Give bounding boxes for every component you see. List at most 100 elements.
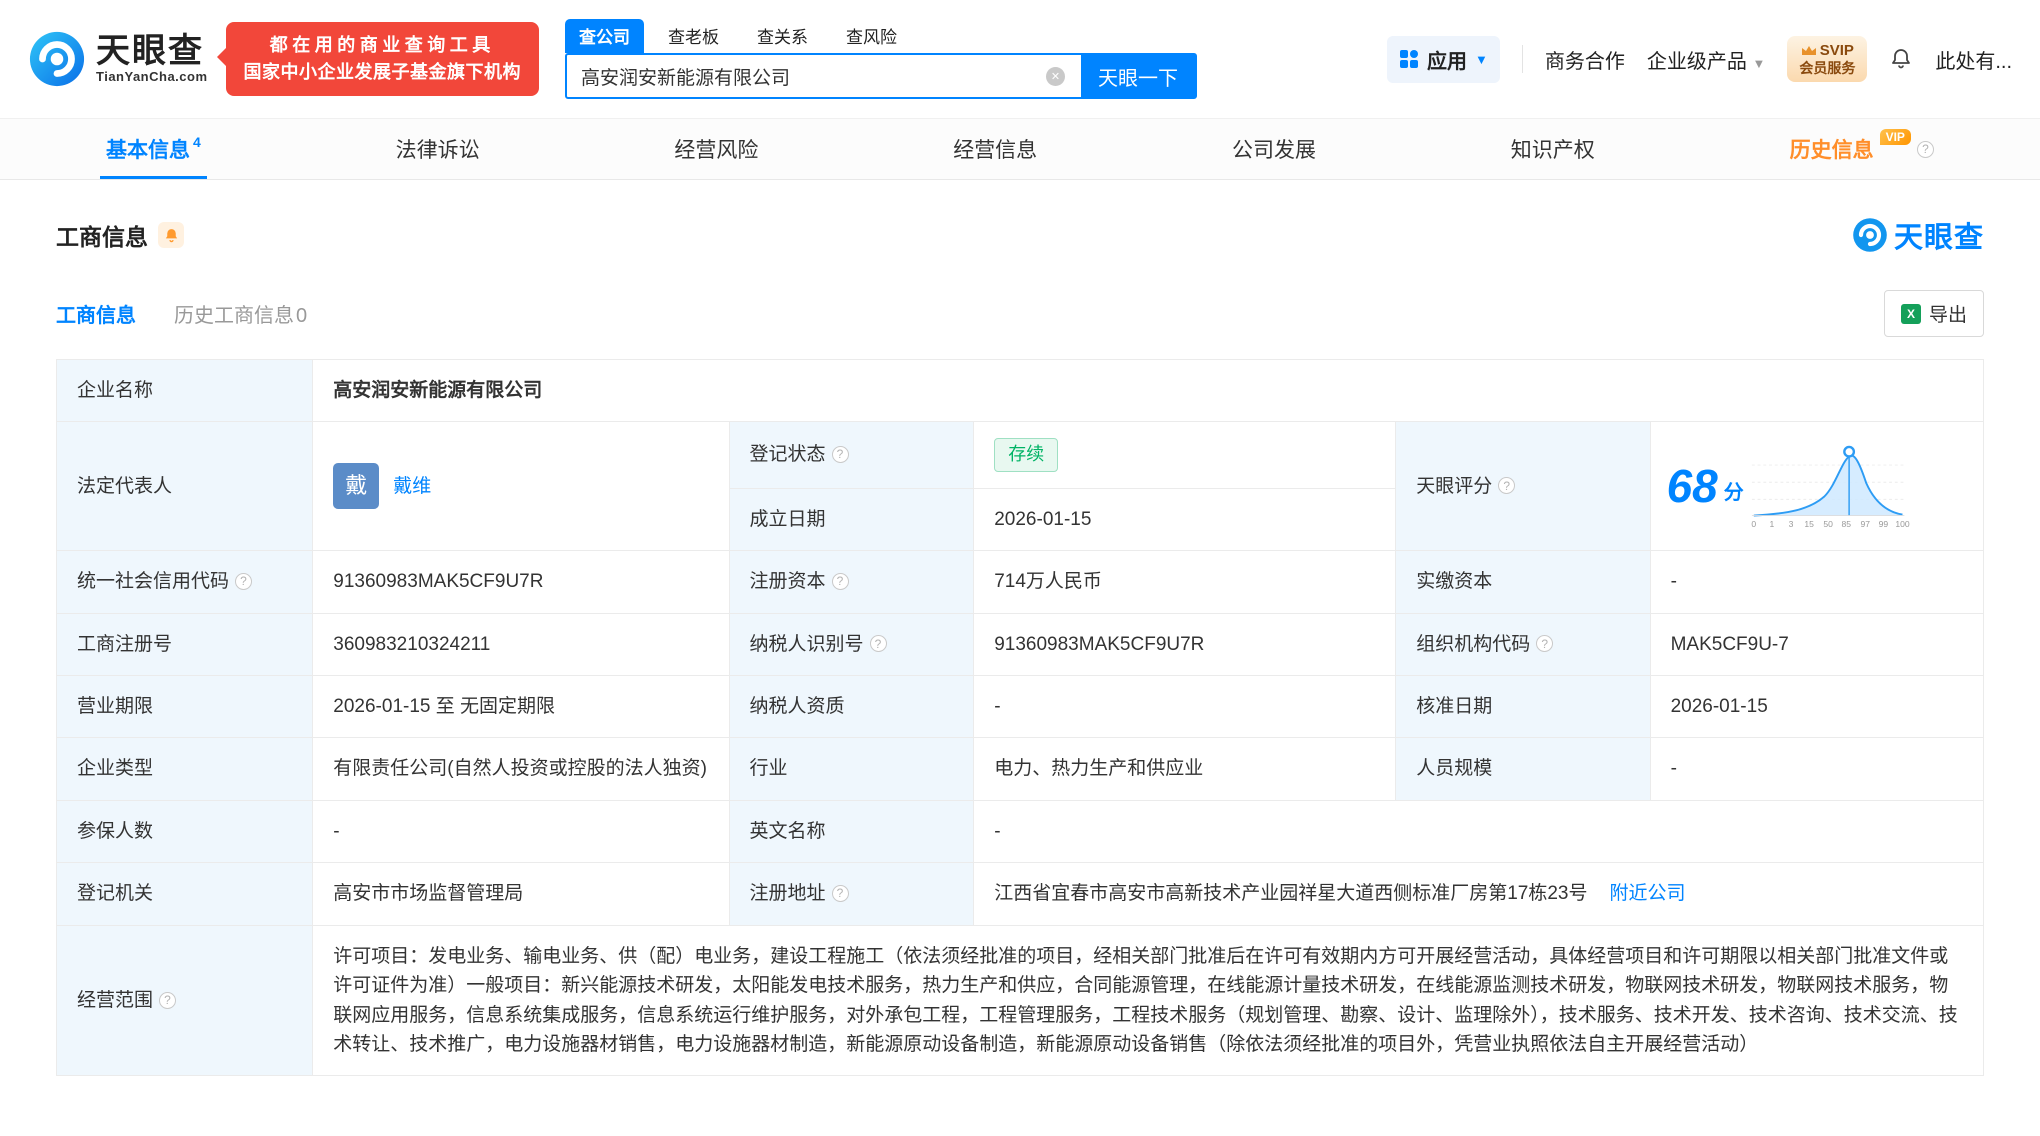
field-label-org-code: 组织机构代码 [1395, 612, 1651, 676]
question-icon[interactable] [1916, 140, 1934, 158]
excel-icon [1900, 303, 1921, 324]
tab-operation-info[interactable]: 经营信息 [947, 119, 1043, 179]
menu-divider [1521, 45, 1523, 73]
field-label-reg-capital: 注册资本 [728, 550, 975, 614]
status-badge: 存续 [994, 438, 1059, 472]
question-icon[interactable] [1498, 477, 1516, 495]
section-title: 工商信息 [56, 224, 148, 250]
table-row: 企业名称 高安润安新能源有限公司 [55, 358, 1984, 423]
score-number: 68 [1666, 460, 1718, 513]
axis-tick: 50 [1823, 519, 1833, 529]
field-value-industry: 电力、热力生产和供应业 [973, 737, 1397, 801]
tab-intellectual-property[interactable]: 知识产权 [1505, 119, 1601, 179]
axis-tick: 0 [1751, 519, 1756, 529]
tab-company-development[interactable]: 公司发展 [1226, 119, 1322, 179]
tab-history-info[interactable]: 历史信息 VIP [1784, 119, 1940, 179]
axis-tick: 97 [1860, 519, 1870, 529]
tab-legal[interactable]: 法律诉讼 [390, 119, 486, 179]
field-value-paid-capital: - [1649, 550, 1985, 614]
subtab-row: 工商信息 历史工商信息 0 导出 [56, 290, 1984, 337]
chevron-down-icon: ▼ [1752, 55, 1766, 71]
search-area: 查公司 查老板 查关系 查风险 天眼一下 [565, 19, 1198, 99]
field-value-taxpayer-id: 91360983MAK5CF9U7R [973, 612, 1397, 676]
field-label-legal-rep: 法定代表人 [55, 421, 314, 552]
score-distribution-chart: 0 1 3 15 50 85 97 99 100 [1751, 445, 1910, 529]
top-menu: 应用 ▼ 商务合作 企业级产品 ▼ SVIP 会员服务 此处有... [1387, 35, 2012, 83]
field-value-business-scope: 许可项目：发电业务、输电业务、供（配）电业务，建设工程施工（依法须经批准的项目，… [312, 924, 1984, 1077]
svip-member-button[interactable]: SVIP 会员服务 [1787, 36, 1868, 82]
tab-basic-info-label: 基本信息 [106, 139, 190, 162]
field-label-company-name: 企业名称 [55, 358, 314, 423]
question-icon[interactable] [831, 572, 849, 590]
tab-history-info-label: 历史信息 [1789, 139, 1874, 162]
search-button[interactable]: 天眼一下 [1081, 55, 1196, 97]
section-header: 工商信息 天眼查 [56, 214, 1984, 256]
field-value-org-code: MAK5CF9U-7 [1649, 612, 1985, 676]
credit-code-label-text: 统一社会信用代码 [77, 571, 230, 593]
field-value-reg-status: 存续 [973, 421, 1397, 489]
clear-icon[interactable] [1046, 67, 1066, 86]
reg-status-label-text: 登记状态 [749, 444, 826, 466]
table-row: 法定代表人 戴 戴维 登记状态 存续 天眼评分 [55, 421, 1985, 552]
question-icon[interactable] [869, 635, 887, 653]
score-unit: 分 [1723, 481, 1744, 504]
question-icon[interactable] [1536, 635, 1554, 653]
field-label-insured: 参保人数 [55, 799, 314, 864]
legal-rep-link[interactable]: 戴维 [393, 472, 431, 501]
notification-bell-icon[interactable] [1889, 47, 1913, 71]
search-tab-relation[interactable]: 查关系 [743, 19, 822, 53]
search-input[interactable] [567, 55, 1082, 97]
search-box: 天眼一下 [565, 53, 1198, 99]
apps-menu[interactable]: 应用 ▼ [1387, 35, 1500, 83]
field-label-score: 天眼评分 [1395, 421, 1651, 552]
question-icon[interactable] [831, 885, 849, 903]
question-icon[interactable] [831, 446, 849, 464]
axis-tick: 1 [1769, 519, 1774, 529]
svip-label: SVIP [1819, 42, 1854, 60]
question-icon[interactable] [159, 991, 177, 1009]
search-tab-boss[interactable]: 查老板 [654, 19, 733, 53]
field-label-industry: 行业 [728, 737, 975, 801]
reg-capital-label-text: 注册资本 [749, 571, 826, 593]
legal-rep-avatar[interactable]: 戴 [333, 463, 380, 510]
nearby-companies-link[interactable]: 附近公司 [1610, 879, 1686, 908]
subtab-business-info[interactable]: 工商信息 [56, 299, 136, 328]
tab-basic-info[interactable]: 基本信息 4 [100, 119, 207, 179]
tab-basic-info-count: 4 [193, 134, 201, 150]
field-value-reg-capital: 714万人民币 [973, 550, 1397, 614]
field-value-staff-size: - [1649, 737, 1985, 801]
search-tabs: 查公司 查老板 查关系 查风险 [565, 19, 1197, 53]
field-label-taxpayer-id: 纳税人识别号 [728, 612, 975, 676]
menu-more[interactable]: 此处有... [1935, 45, 2012, 74]
logo-name-cn: 天眼查 [96, 31, 204, 70]
search-tab-risk[interactable]: 查风险 [832, 19, 911, 53]
tianyancha-logo[interactable]: 天眼查 TianYanCha.com [28, 30, 208, 88]
field-value-business-term: 2026-01-15 至 无固定期限 [312, 674, 730, 739]
field-label-est-date: 成立日期 [728, 487, 975, 552]
subtab-history-business-info[interactable]: 历史工商信息 0 [174, 299, 307, 328]
question-icon[interactable] [235, 572, 253, 590]
field-label-reg-number: 工商注册号 [55, 612, 314, 676]
tab-operation-info-label: 经营信息 [953, 139, 1038, 162]
axis-tick: 85 [1841, 519, 1851, 529]
search-tab-company[interactable]: 查公司 [565, 19, 645, 53]
tab-operation-risk[interactable]: 经营风险 [668, 119, 764, 179]
svip-sublabel: 会员服务 [1799, 59, 1856, 76]
section-bell-icon[interactable] [158, 222, 184, 248]
table-row: 工商注册号 360983210324211 纳税人识别号 91360983MAK… [55, 612, 1985, 676]
menu-enterprise[interactable]: 企业级产品 ▼ [1647, 45, 1765, 74]
field-value-company-name: 高安润安新能源有限公司 [312, 358, 1984, 423]
tianyancha-logo-icon [29, 31, 85, 87]
field-label-reg-status: 登记状态 [728, 421, 975, 489]
axis-tick: 100 [1895, 519, 1910, 529]
field-label-company-type: 企业类型 [55, 737, 314, 801]
business-info-table: 企业名称 高安润安新能源有限公司 法定代表人 戴 戴维 登记状态? 存续 天眼评… [55, 358, 1985, 1077]
export-button[interactable]: 导出 [1883, 290, 1984, 337]
field-value-legal-rep: 戴 戴维 [312, 421, 730, 552]
field-label-credit-code: 统一社会信用代码 [55, 550, 314, 614]
business-scope-label-text: 经营范围 [77, 989, 154, 1011]
main-nav: 基本信息 4 法律诉讼 经营风险 经营信息 公司发展 知识产权 历史信息 VIP [0, 118, 2040, 180]
menu-cooperation[interactable]: 商务合作 [1545, 45, 1625, 74]
table-row: 统一社会信用代码 91360983MAK5CF9U7R 注册资本 714万人民币… [55, 550, 1985, 614]
export-button-label: 导出 [1928, 305, 1967, 326]
